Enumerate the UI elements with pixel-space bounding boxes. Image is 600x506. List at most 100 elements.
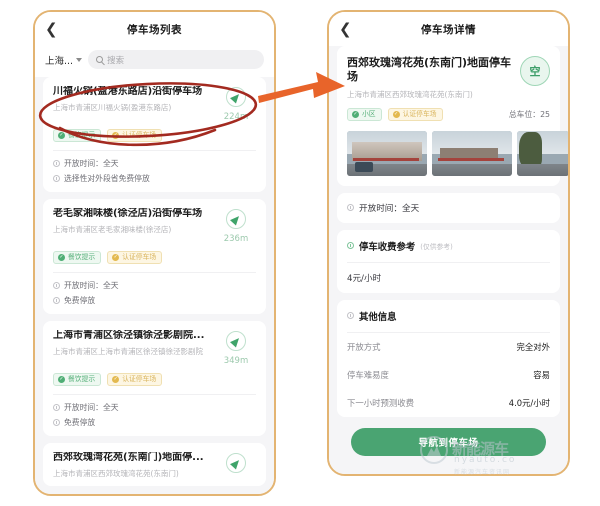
- detail-header-card: 西郊玫瑰湾花苑(东南门)地面停车场 上海市青浦区西郊玫瑰湾花苑(东南门) 空 ✓…: [337, 46, 568, 186]
- list-item-title: 西郊玫瑰湾花苑(东南门)地面停...: [53, 452, 204, 463]
- navigate-button[interactable]: [226, 453, 246, 473]
- search-placeholder: 搜索: [107, 55, 125, 66]
- status-badge: ✓ 认证停车场: [107, 129, 163, 142]
- list-item-address: 上海市青浦区西郊玫瑰湾花苑(东南门): [53, 468, 179, 478]
- info-value: 4.0元/小时: [508, 397, 550, 408]
- info-key: 开放方式: [347, 341, 381, 352]
- city-selector[interactable]: 上海...: [45, 53, 83, 67]
- list-item-title: 川福火锅(盈港东路店)沿街停车场: [53, 86, 203, 97]
- divider: [53, 394, 256, 395]
- info-icon: [53, 175, 60, 182]
- badge-label: 餐饮提示: [68, 375, 96, 384]
- meta-row: 开放时间：全天: [53, 158, 256, 169]
- navigate-button[interactable]: [226, 331, 246, 351]
- money-icon: [347, 242, 354, 250]
- search-input[interactable]: 搜索: [88, 50, 264, 69]
- list-item[interactable]: 老毛家湘味楼(徐泾店)沿街停车场 上海市青浦区老毛家湘味楼(徐泾店) 236m: [43, 199, 266, 314]
- detail-title: 西郊玫瑰湾花苑(东南门)地面停车场: [347, 56, 512, 84]
- back-chevron-icon[interactable]: ❮: [45, 21, 63, 37]
- meta-label: 免费停放: [64, 418, 96, 427]
- fee-value: 4元/小时: [347, 273, 382, 284]
- clock-icon: [53, 282, 60, 289]
- detail-address: 上海市青浦区西郊玫瑰湾花苑(东南门): [347, 89, 473, 99]
- list-screen: ❮ 停车场列表 上海... 搜索 川福火锅(盈港东路店)沿街停车场 上海市青浦区…: [35, 12, 274, 494]
- list-item-title: 上海市青浦区徐泾镇徐泾影剧院...: [53, 330, 205, 341]
- navigate-button[interactable]: [226, 87, 246, 107]
- badge-label: 认证停车场: [122, 253, 157, 262]
- info-key: 下一小时预测收费: [347, 397, 414, 408]
- info-value: 容易: [533, 369, 550, 380]
- list-item-distance: 224m: [223, 112, 249, 122]
- meta-label: 开放时间：全天: [64, 281, 119, 290]
- badge-label: 认证停车场: [402, 109, 437, 118]
- status-badge: ✓ 餐饮提示: [53, 251, 102, 264]
- list-item-distance: 236m: [223, 234, 249, 244]
- meta-row: 开放时间：全天: [53, 280, 256, 291]
- info-value: 完全对外: [516, 341, 551, 352]
- meta-label: 免费停放: [64, 296, 96, 305]
- clock-icon: [53, 160, 60, 167]
- info-row: 停车难易度 容易: [337, 361, 560, 389]
- list-item-title: 老毛家湘味楼(徐泾店)沿街停车场: [53, 208, 203, 219]
- meta-row: 免费停放: [53, 295, 256, 306]
- parking-list: 川福火锅(盈港东路店)沿街停车场 上海市青浦区川福火锅(盈港东路店) 224m: [35, 77, 274, 486]
- gallery-photo[interactable]: [432, 130, 512, 176]
- list-item-address: 上海市青浦区上海市青浦区徐泾镇徐泾影剧院: [53, 346, 203, 356]
- badge-row: ✓ 餐饮提示 ✓ 认证停车场: [53, 129, 256, 142]
- badge-label: 餐饮提示: [68, 131, 96, 140]
- status-badge: ✓ 认证停车场: [107, 373, 163, 386]
- list-item[interactable]: 西郊玫瑰湾花苑(东南门)地面停... 上海市青浦区西郊玫瑰湾花苑(东南门): [43, 443, 266, 486]
- meta-row: 开放时间：全天: [53, 402, 256, 413]
- info-row: 开放方式 完全对外: [337, 333, 560, 361]
- meta-row: 免费停放: [53, 417, 256, 428]
- screenshot-stage: ❮ 停车场列表 上海... 搜索 川福火锅(盈港东路店)沿街停车场 上海市青浦区…: [0, 0, 600, 506]
- info-row: 下一小时预测收费 4.0元/小时: [337, 389, 560, 417]
- status-badge: ✓ 餐饮提示: [53, 373, 102, 386]
- search-row: 上海... 搜索: [35, 46, 274, 77]
- other-info-section: 其他信息 开放方式 完全对外 停车难易度 容易 下一小时预测收费 4.0元/小时: [337, 299, 560, 417]
- list-page-title: 停车场列表: [127, 23, 182, 36]
- clock-icon: [347, 204, 354, 212]
- check-icon: ✓: [392, 110, 400, 118]
- status-badge: ✓ 认证停车场: [107, 251, 163, 264]
- check-icon: ✓: [112, 376, 120, 383]
- detail-screen: ❮ 停车场详情 西郊玫瑰湾花苑(东南门)地面停车场 上海市青浦区西郊玫瑰湾花苑(…: [329, 12, 568, 474]
- detail-navbar: ❮ 停车场详情: [329, 12, 568, 46]
- detail-page-title: 停车场详情: [421, 23, 476, 36]
- photo-gallery[interactable]: [347, 130, 568, 176]
- list-item-address: 上海市青浦区老毛家湘味楼(徐泾店): [53, 224, 172, 234]
- navigation-arrow-icon: [230, 90, 242, 104]
- availability-badge: 空: [520, 56, 550, 86]
- fee-section-title: 停车收费参考: [359, 241, 416, 253]
- phone-frame-detail: ❮ 停车场详情 西郊玫瑰湾花苑(东南门)地面停车场 上海市青浦区西郊玫瑰湾花苑(…: [327, 10, 570, 476]
- info-icon: [347, 312, 354, 320]
- check-icon: ✓: [352, 110, 359, 118]
- back-chevron-icon[interactable]: ❮: [339, 21, 357, 37]
- open-time-label: 开放时间：全天: [359, 203, 420, 214]
- gallery-photo[interactable]: [517, 130, 568, 176]
- badge-label: 认证停车场: [122, 375, 157, 384]
- navigate-button[interactable]: [226, 209, 246, 229]
- list-item[interactable]: 上海市青浦区徐泾镇徐泾影剧院... 上海市青浦区上海市青浦区徐泾镇徐泾影剧院 3…: [43, 321, 266, 436]
- gallery-photo[interactable]: [347, 130, 427, 176]
- divider: [53, 272, 256, 273]
- navigation-arrow-icon: [230, 212, 242, 226]
- navigate-to-parking-button[interactable]: 导航到停车场: [351, 427, 546, 456]
- badge-row: ✓ 餐饮提示 ✓ 认证停车场: [53, 251, 256, 264]
- fee-section-note: (仅供参考): [420, 242, 453, 251]
- meta-label: 开放时间：全天: [64, 403, 119, 412]
- info-icon: [53, 297, 60, 304]
- badge-row: ✓ 餐饮提示 ✓ 认证停车场: [53, 373, 256, 386]
- info-key: 停车难易度: [347, 369, 389, 380]
- clock-icon: [53, 404, 60, 411]
- check-icon: ✓: [58, 254, 65, 261]
- navigation-arrow-icon: [230, 334, 242, 348]
- cta-wrapper: 导航到停车场: [337, 424, 560, 456]
- info-icon: [53, 419, 60, 426]
- open-time-section: 开放时间：全天: [337, 192, 560, 223]
- check-icon: ✓: [112, 132, 120, 139]
- status-badge: ✓ 认证停车场: [387, 107, 443, 121]
- list-navbar: ❮ 停车场列表: [35, 12, 274, 46]
- list-item[interactable]: 川福火锅(盈港东路店)沿街停车场 上海市青浦区川福火锅(盈港东路店) 224m: [43, 77, 266, 192]
- check-icon: ✓: [58, 132, 65, 139]
